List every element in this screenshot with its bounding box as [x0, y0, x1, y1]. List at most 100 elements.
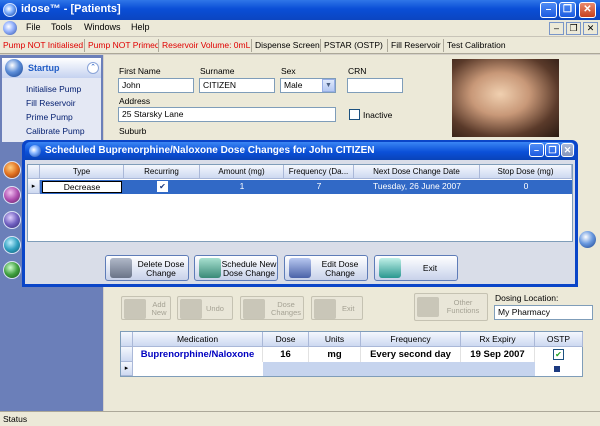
fill-reservoir-button[interactable]: Fill Reservoir — [391, 40, 441, 50]
inactive-checkbox[interactable] — [349, 109, 360, 120]
dialog-app-icon — [29, 145, 41, 157]
test-calibration-button[interactable]: Test Calibration — [447, 40, 506, 50]
collapse-chevron-icon[interactable]: ⌃ — [87, 62, 99, 74]
expand-orb-icon[interactable] — [579, 231, 596, 248]
cell-medication[interactable]: Buprenorphine/Naloxone — [133, 347, 263, 362]
row-header-corner — [121, 332, 133, 347]
cell-amount[interactable]: 1 — [200, 180, 284, 194]
row-header — [121, 347, 133, 362]
new-row-checkbox[interactable] — [553, 365, 561, 373]
table-new-row[interactable]: ▸ — [121, 362, 583, 376]
row-selector-icon[interactable]: ▸ — [28, 180, 40, 194]
undo-button[interactable]: Undo — [177, 296, 233, 320]
col-stop-dose[interactable]: Stop Dose (mg) — [480, 165, 572, 179]
col-rx-expiry[interactable]: Rx Expiry — [461, 332, 535, 347]
cell-type[interactable]: Decrease — [42, 181, 122, 193]
add-new-button[interactable]: Add New — [121, 296, 171, 320]
sex-label: Sex — [281, 66, 296, 76]
sidebar-section-icon[interactable] — [3, 261, 21, 279]
app-icon — [3, 3, 17, 17]
mdi-restore-button[interactable]: ❐ — [566, 22, 581, 35]
dosing-location-field[interactable]: My Pharmacy — [494, 305, 593, 320]
syringe-icon — [199, 258, 221, 278]
col-ostp[interactable]: OSTP — [535, 332, 583, 347]
pstar-button[interactable]: PSTAR (OSTP) — [324, 40, 383, 50]
col-next-dose-change-date[interactable]: Next Dose Change Date — [354, 165, 480, 179]
pump-initialised-status[interactable]: Pump NOT Initialised — [3, 40, 83, 50]
col-frequency-days[interactable]: Frequency (Da... — [284, 165, 354, 179]
dispense-screen-button[interactable]: Dispense Screen — [255, 40, 320, 50]
reservoir-volume-status[interactable]: Reservoir Volume: 0mL — [162, 40, 250, 50]
suburb-label: Suburb — [119, 126, 147, 136]
ostp-checkbox[interactable]: ✔ — [553, 349, 564, 360]
maximize-button[interactable]: ❐ — [559, 2, 576, 18]
cell-next-dose-change-date[interactable]: Tuesday, 26 June 2007 — [354, 180, 480, 194]
schedule-new-dose-change-button[interactable]: Schedule New Dose Change — [194, 255, 278, 281]
menu-file[interactable]: File — [26, 22, 41, 32]
col-units[interactable]: Units — [309, 332, 361, 347]
menu-tools[interactable]: Tools — [51, 22, 72, 32]
close-button[interactable]: ✕ — [579, 2, 596, 18]
other-functions-button[interactable]: Other Functions — [414, 293, 488, 321]
col-dose[interactable]: Dose — [263, 332, 309, 347]
pump-primed-status[interactable]: Pump NOT Primed — [88, 40, 160, 50]
toolbar-divider — [158, 39, 159, 52]
dose-changes-button[interactable]: Dose Changes — [240, 296, 304, 320]
other-functions-label: Other Functions — [446, 298, 480, 315]
dose-changes-dialog: Scheduled Buprenorphine/Naloxone Dose Ch… — [22, 140, 578, 287]
new-row-highlight — [263, 362, 535, 376]
sidebar-link-prime-pump[interactable]: Prime Pump — [26, 112, 73, 122]
col-recurring[interactable]: Recurring — [124, 165, 200, 179]
col-type[interactable]: Type — [40, 165, 124, 179]
startup-panel-header[interactable]: Startup ⌃ — [2, 58, 101, 78]
undo-icon — [180, 299, 202, 319]
dialog-maximize-button[interactable]: ❐ — [545, 143, 560, 157]
mdi-minimize-button[interactable]: – — [549, 22, 564, 35]
menu-help[interactable]: Help — [131, 22, 150, 32]
delete-dose-change-button[interactable]: Delete Dose Change — [105, 255, 189, 281]
pencil-icon — [289, 258, 311, 278]
cell-frequency-days[interactable]: 7 — [284, 180, 354, 194]
col-frequency[interactable]: Frequency — [361, 332, 461, 347]
dose-change-table: Type Recurring Amount (mg) Frequency (Da… — [27, 164, 573, 242]
sidebar-section-icon[interactable] — [3, 186, 21, 204]
exit-background-button[interactable]: Exit — [311, 296, 363, 320]
cell-rx-expiry[interactable]: 19 Sep 2007 — [461, 347, 535, 362]
exit-button[interactable]: Exit — [374, 255, 458, 281]
mdi-child-icon[interactable] — [3, 21, 17, 35]
sidebar-section-icon[interactable] — [3, 236, 21, 254]
patient-photo[interactable] — [452, 59, 559, 137]
edit-dose-change-button[interactable]: Edit Dose Change — [284, 255, 368, 281]
dialog-minimize-button[interactable]: – — [529, 143, 544, 157]
col-medication[interactable]: Medication — [133, 332, 263, 347]
table-row[interactable]: Buprenorphine/Naloxone 16 mg Every secon… — [121, 347, 583, 362]
title-bar[interactable]: idose™ - [Patients] – ❐ ✕ — [0, 0, 600, 20]
cell-dose[interactable]: 16 — [263, 347, 309, 362]
sidebar-section-icon[interactable] — [3, 211, 21, 229]
recurring-checkbox[interactable]: ✔ — [157, 181, 168, 192]
cell-frequency[interactable]: Every second day — [361, 347, 461, 362]
mdi-close-button[interactable]: ✕ — [583, 22, 598, 35]
crn-label: CRN — [348, 66, 367, 76]
dialog-title-bar[interactable]: Scheduled Buprenorphine/Naloxone Dose Ch… — [25, 142, 575, 160]
address-field[interactable]: 25 Starsky Lane — [118, 107, 336, 122]
sidebar-link-fill-reservoir[interactable]: Fill Reservoir — [26, 98, 76, 108]
crn-field[interactable] — [347, 78, 403, 93]
chevron-down-icon[interactable]: ▼ — [322, 79, 335, 92]
menu-windows[interactable]: Windows — [84, 22, 121, 32]
toolbar-divider — [387, 39, 388, 52]
col-amount[interactable]: Amount (mg) — [200, 165, 284, 179]
toolbar-divider — [84, 39, 85, 52]
surname-field[interactable]: CITIZEN — [199, 78, 275, 93]
cell-units[interactable]: mg — [309, 347, 361, 362]
add-new-label: Add New — [151, 300, 167, 317]
minimize-button[interactable]: – — [540, 2, 557, 18]
dialog-close-button[interactable]: ✕ — [561, 143, 574, 157]
sidebar-link-calibrate-pump[interactable]: Calibrate Pump — [26, 126, 85, 136]
first-name-field[interactable]: John — [118, 78, 194, 93]
delete-dose-change-label: Delete Dose Change — [137, 259, 185, 278]
cell-stop-dose[interactable]: 0 — [480, 180, 572, 194]
sidebar-section-icon[interactable] — [3, 161, 21, 179]
toolbar-divider — [443, 39, 444, 52]
sidebar-link-initialise-pump[interactable]: Initialise Pump — [26, 84, 81, 94]
